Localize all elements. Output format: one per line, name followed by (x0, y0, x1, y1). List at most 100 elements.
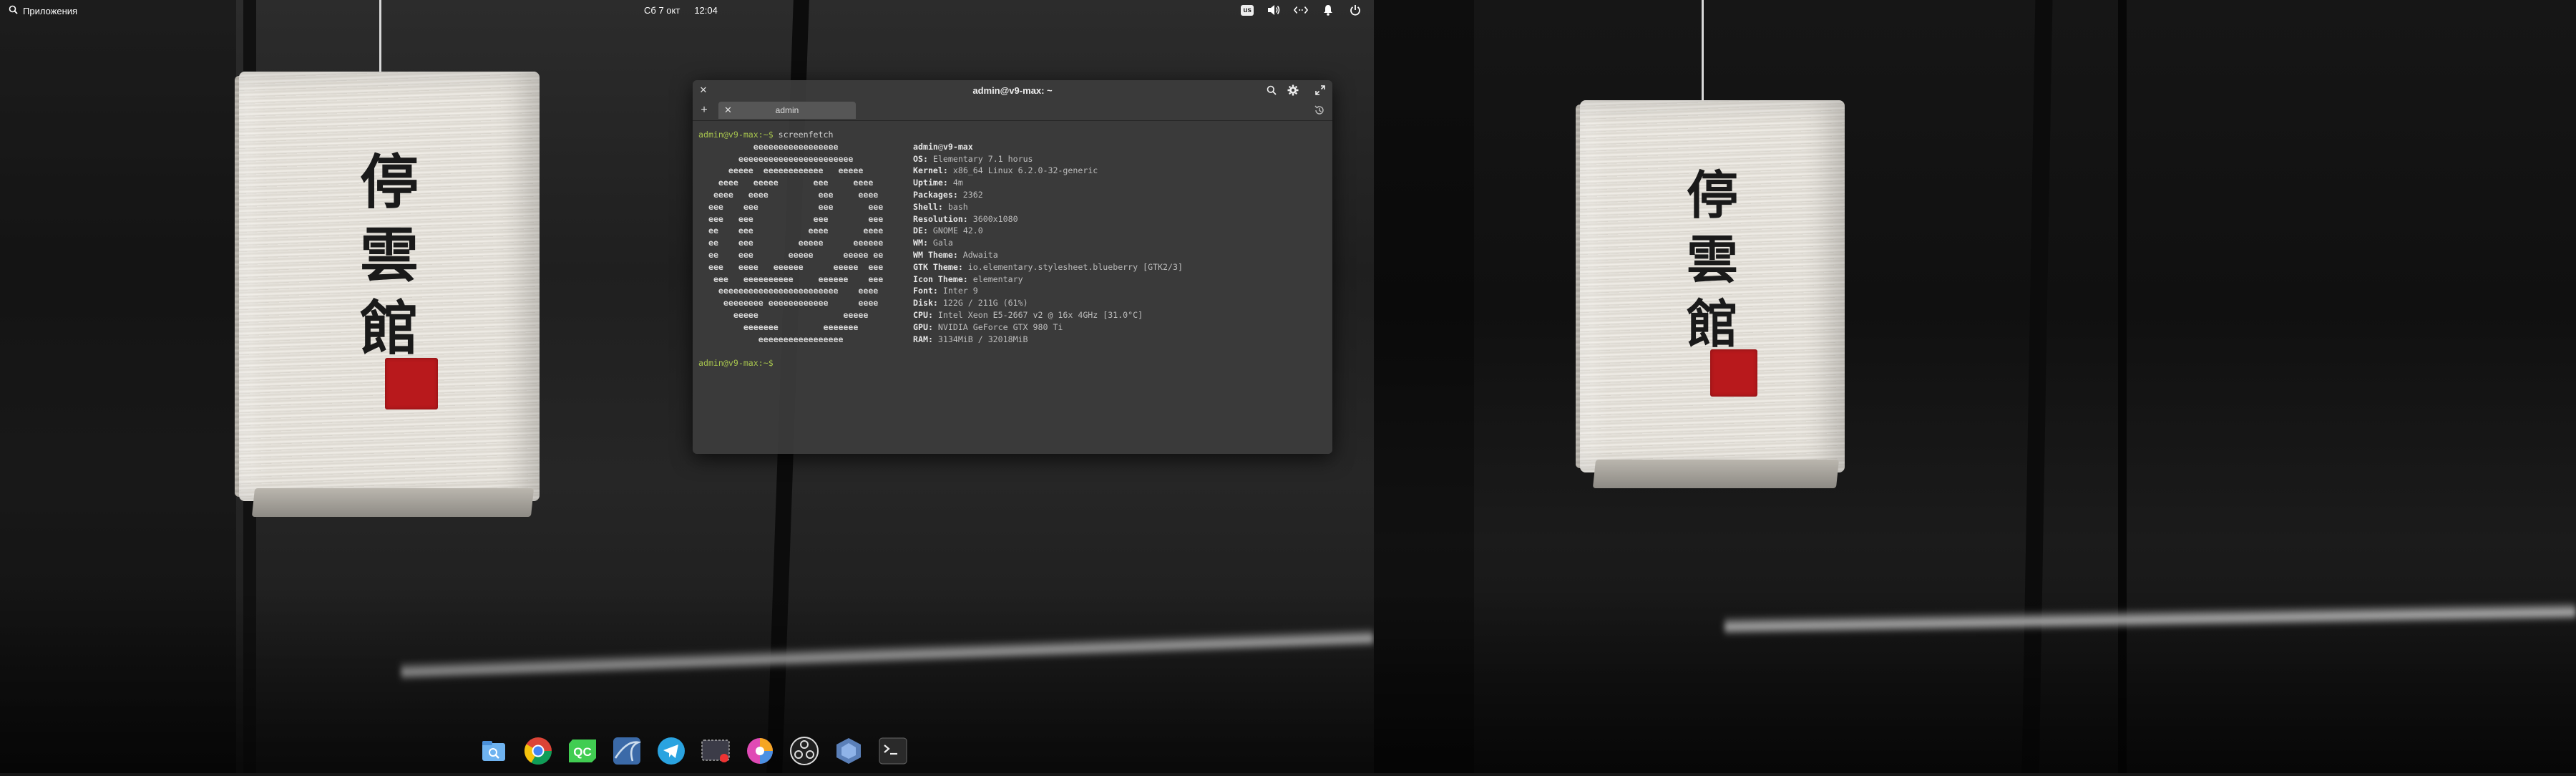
info-row: Icon Theme: elementary (913, 273, 1183, 286)
command-text: screenfetch (773, 130, 834, 140)
time-label: 12:04 (694, 5, 718, 16)
files-icon[interactable] (476, 733, 512, 769)
logo-line: eeeee eeeee (698, 309, 869, 320)
info-key: Resolution: (913, 213, 968, 224)
tab-bar: + ✕ admin (693, 100, 1332, 121)
info-row: WM Theme: Adwaita (913, 249, 1183, 261)
kanji-character: 館 (359, 294, 419, 363)
info-value: bash (942, 201, 968, 212)
logo-line: eeeeeeeeeeeeeeeee (698, 141, 839, 152)
info-row: Kernel: x86_64 Linux 6.2.0-32-generic (913, 165, 1183, 177)
info-value: x86_64 Linux 6.2.0-32-generic (947, 165, 1098, 176)
applications-menu[interactable]: Приложения (9, 5, 77, 16)
logo-line: eeeeeeeeeeeeeeeeeeeeeeee eeee (698, 286, 879, 296)
keyboard-layout-indicator[interactable]: us (1241, 4, 1254, 16)
maximize-icon (1315, 85, 1325, 95)
info-key: GPU: (913, 321, 933, 332)
date-label: Сб 7 окт (644, 5, 680, 16)
app-icon[interactable] (831, 733, 867, 769)
info-key: GTK Theme: (913, 261, 963, 272)
tab-admin[interactable]: ✕ admin (718, 102, 856, 119)
top-panel: Приложения Сб 7 окт 12:04 us (0, 0, 1374, 20)
lantern-bottom (251, 488, 535, 517)
red-seal-stamp (1710, 349, 1757, 397)
userhost-line: admin@v9-max (913, 141, 1183, 153)
lantern-cord (1702, 0, 1704, 103)
info-key: Disk: (913, 298, 938, 309)
info-key: OS: (913, 153, 928, 164)
info-value: 2362 (957, 189, 983, 200)
logo-line: eeee eeee eee eeee (698, 189, 879, 200)
gear-icon (1287, 84, 1299, 96)
search-icon (1267, 85, 1277, 95)
new-tab-button[interactable]: + (698, 105, 710, 116)
datetime-indicator[interactable]: Сб 7 окт 12:04 (644, 5, 718, 16)
terminal-output[interactable]: admin@v9-max:~$ screenfetch eeeeeeeeeeee… (698, 129, 1327, 448)
info-row: GPU: NVIDIA GeForce GTX 980 Ti (913, 321, 1183, 334)
info-row: Shell: bash (913, 201, 1183, 213)
elementary-ascii-logo: eeeeeeeeeeeeeeeee eeeeeeeeeeeeeeeeeeeeee… (698, 141, 883, 346)
info-value: Gala (927, 238, 953, 248)
window-titlebar[interactable]: ✕ admin@v9-max: ~ (693, 80, 1332, 100)
system-info: admin@v9-max OS: Elementary 7.1 horus Ker… (913, 141, 1183, 346)
terminal-window[interactable]: ✕ admin@v9-max: ~ + ✕ admin admin@v9-max… (693, 80, 1332, 454)
notifications-bell-icon[interactable] (1321, 3, 1335, 17)
logo-line: ee eee eeeee eeeeee (698, 238, 884, 248)
info-row: WM: Gala (913, 237, 1183, 249)
logo-line: eeee eeeee eee eeee (698, 178, 874, 188)
info-key: Kernel: (913, 165, 948, 176)
info-key: WM Theme: (913, 249, 958, 260)
logo-line: eeeeeeee eeeeeeeeeeee eeee (698, 298, 879, 309)
search-icon (9, 5, 18, 16)
info-row: GTK Theme: io.elementary.stylesheet.blue… (913, 261, 1183, 273)
info-key: CPU: (913, 309, 933, 320)
network-icon[interactable] (1294, 3, 1308, 17)
lantern: 停 雲 館 (1576, 100, 1845, 488)
info-value: 3600x1080 (967, 213, 1018, 224)
applications-label: Приложения (23, 5, 78, 16)
red-seal-stamp (385, 358, 438, 409)
info-user: admin (913, 141, 938, 152)
floor-shadow (1374, 587, 2576, 773)
qt-creator-icon[interactable]: QC (565, 733, 600, 769)
obs-icon[interactable] (786, 733, 822, 769)
info-value: Elementary 7.1 horus (927, 153, 1033, 164)
info-key: Packages: (913, 189, 958, 200)
info-value: Intel Xeon E5-2667 v2 @ 16x 4GHz [31.0°C… (932, 309, 1143, 320)
current-prompt-line: admin@v9-max:~$ (698, 357, 774, 369)
terminal-icon[interactable] (875, 733, 911, 769)
info-value: Inter 9 (937, 286, 978, 296)
info-value: NVIDIA GeForce GTX 980 Ti (932, 321, 1063, 332)
info-value: 122G / 211G (61%) (937, 298, 1028, 309)
info-key: Icon Theme: (913, 273, 968, 284)
info-key: Uptime: (913, 178, 948, 188)
settings-button[interactable] (1287, 84, 1299, 97)
logo-line: ee eee eeee eeee (698, 225, 884, 236)
info-key: Font: (913, 286, 938, 296)
dock: QC (469, 726, 918, 776)
info-key: Shell: (913, 201, 943, 212)
logo-line: ee eee eeeee eeeee ee (698, 249, 884, 260)
info-value: elementary (967, 273, 1023, 284)
chrome-icon[interactable] (520, 733, 556, 769)
closed-tabs-history-icon[interactable] (1314, 105, 1325, 116)
logo-line: eeeeeeeeeeeeeeeee (698, 334, 844, 344)
logo-line: eee eee eee eee (698, 201, 884, 212)
power-icon[interactable] (1348, 3, 1362, 17)
indicators: us (1241, 3, 1362, 17)
telegram-icon[interactable] (653, 733, 689, 769)
shell-prompt: admin@v9-max:~$ (698, 130, 774, 140)
maximize-button[interactable] (1314, 84, 1327, 97)
info-row: CPU: Intel Xeon E5-2667 v2 @ 16x 4GHz [3… (913, 309, 1183, 321)
info-row: Uptime: 4m (913, 177, 1183, 189)
search-button[interactable] (1265, 84, 1278, 97)
shell-prompt: admin@v9-max:~$ (698, 358, 774, 368)
info-at: @ (937, 141, 943, 152)
color-picker-icon[interactable] (742, 733, 778, 769)
volume-icon[interactable] (1267, 3, 1281, 17)
wireshark-icon[interactable] (609, 733, 645, 769)
info-row: Font: Inter 9 (913, 285, 1183, 297)
info-row: DE: GNOME 42.0 (913, 225, 1183, 237)
info-value: 4m (947, 178, 963, 188)
screen-recorder-icon[interactable] (698, 733, 733, 769)
